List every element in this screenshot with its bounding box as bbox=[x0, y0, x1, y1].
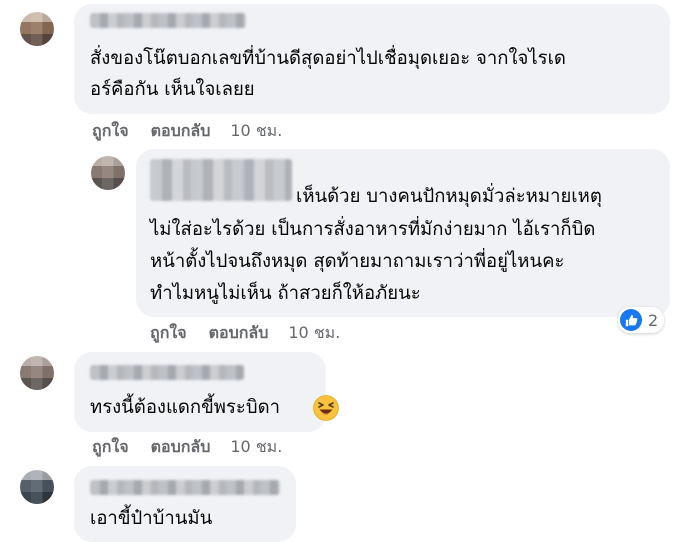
thumbs-up-icon bbox=[620, 309, 642, 331]
commenter-name[interactable] bbox=[90, 480, 280, 495]
comment-actions: ถูกใจ ตอบกลับ 10 ชม. bbox=[150, 322, 340, 344]
like-button[interactable]: ถูกใจ bbox=[92, 435, 129, 460]
comment-text: ทำไมหนูไม่เห็น ถ้าสวยก็ให้อภัยนะ bbox=[150, 283, 421, 304]
timestamp[interactable]: 10 ชม. bbox=[230, 119, 282, 144]
commenter-name[interactable] bbox=[90, 365, 244, 380]
reaction-count-badge[interactable]: 2 bbox=[618, 307, 665, 333]
like-button[interactable]: ถูกใจ bbox=[150, 321, 187, 346]
commenter-name[interactable] bbox=[90, 13, 246, 28]
reply-button[interactable]: ตอบกลับ bbox=[151, 119, 211, 144]
avatar[interactable] bbox=[20, 470, 54, 504]
like-button[interactable]: ถูกใจ bbox=[92, 119, 129, 144]
comment-text: ทรงนี้ต้องแดกขี้พระบิดา bbox=[90, 397, 280, 418]
laughing-emoji-icon bbox=[313, 395, 339, 421]
comment-bubble: เอาขี้ป๋าบ้านมัน bbox=[74, 466, 296, 542]
reply-button[interactable]: ตอบกลับ bbox=[209, 321, 269, 346]
avatar[interactable] bbox=[20, 356, 54, 390]
comment-text: หน้าตั้งไปจนถึงหมุด สุดท้ายมาถามเราว่าพี… bbox=[150, 251, 565, 272]
avatar[interactable] bbox=[20, 12, 54, 46]
comment-text: เอาขี้ป๋าบ้านมัน bbox=[90, 508, 213, 529]
comment-actions: ถูกใจ ตอบกลับ 10 ชม. bbox=[92, 436, 282, 458]
timestamp[interactable]: 10 ชม. bbox=[288, 321, 340, 346]
timestamp[interactable]: 10 ชม. bbox=[230, 435, 282, 460]
comment-text: สั่งของโน๊ตบอกเลขที่บ้านดีสุดอย่าไปเชื่อ… bbox=[90, 48, 566, 69]
comment-text: ไม่ใส่อะไรด้วย เป็นการสั่งอาหารที่มักง่า… bbox=[150, 219, 596, 240]
comment-text: อร์คือกัน เห็นใจเลยย bbox=[90, 79, 255, 100]
comment-bubble: ทรงนี้ต้องแดกขี้พระบิดา bbox=[74, 352, 326, 432]
comment-bubble: สั่งของโน๊ตบอกเลขที่บ้านดีสุดอย่าไปเชื่อ… bbox=[74, 4, 670, 114]
commenter-name[interactable] bbox=[150, 159, 292, 201]
avatar[interactable] bbox=[91, 156, 125, 190]
reaction-count: 2 bbox=[648, 310, 659, 330]
comment-text: เห็นด้วย บางคนปักหมุดมั่วล่ะหมายเหตุ bbox=[296, 186, 602, 207]
comment-bubble: เห็นด้วย บางคนปักหมุดมั่วล่ะหมายเหตุ ไม่… bbox=[136, 149, 670, 317]
comment-actions: ถูกใจ ตอบกลับ 10 ชม. bbox=[92, 120, 282, 142]
reply-button[interactable]: ตอบกลับ bbox=[151, 435, 211, 460]
